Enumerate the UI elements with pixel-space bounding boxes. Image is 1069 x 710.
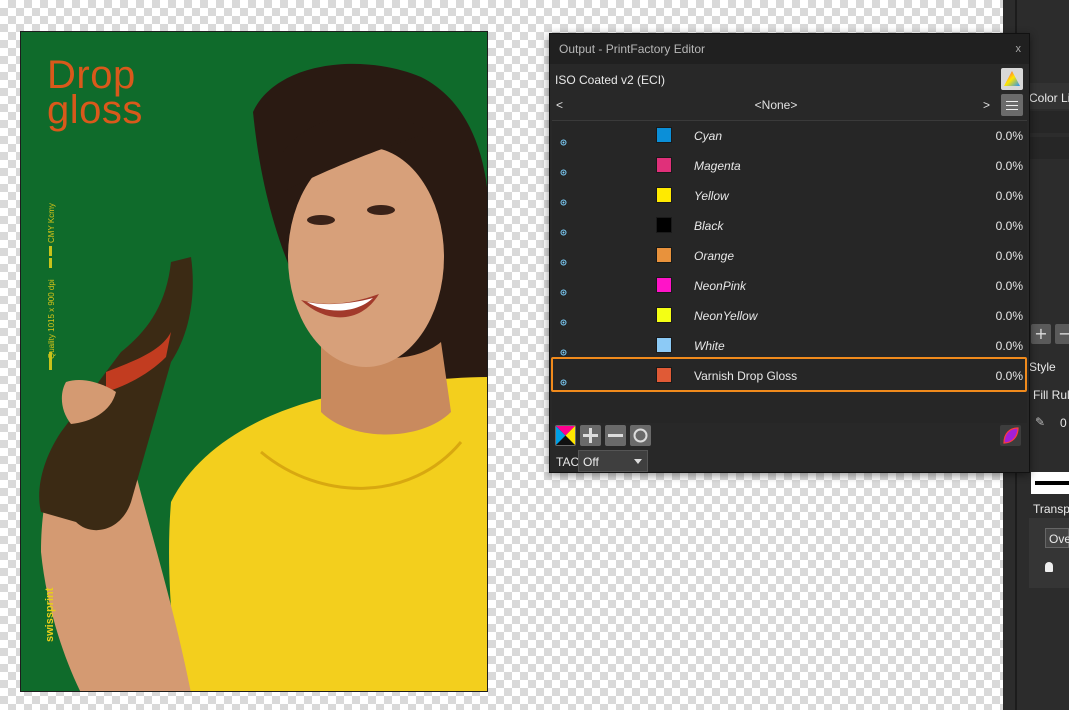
plus-icon xyxy=(583,428,598,443)
remove-separation-icon[interactable] xyxy=(605,425,626,446)
cmyk-swatch-icon xyxy=(556,426,575,445)
artwork-cmyk-label: CMY Kcmy xyxy=(47,203,56,243)
separation-row[interactable]: NeonYellow 0.0% xyxy=(552,301,1027,331)
list-menu-icon[interactable] xyxy=(1001,94,1023,116)
output-panel: Output - PrintFactory Editor x ISO Coate… xyxy=(549,33,1030,473)
tac-value: Off xyxy=(583,455,599,469)
dock-field[interactable] xyxy=(1029,111,1069,133)
tac-dropdown[interactable]: Off xyxy=(578,450,648,472)
pencil-icon: ✎ xyxy=(1035,415,1046,429)
visibility-eye-icon[interactable] xyxy=(560,161,567,176)
dock-fill-label: Fill Rul xyxy=(1033,388,1069,402)
separation-name: Cyan xyxy=(694,129,723,143)
separation-swatch[interactable] xyxy=(656,157,672,173)
separation-coverage: 0.0% xyxy=(995,219,1023,233)
separation-row[interactable]: Cyan 0.0% xyxy=(552,121,1027,151)
separation-row[interactable]: Magenta 0.0% xyxy=(552,151,1027,181)
rotate-icon xyxy=(633,428,648,443)
artwork-color-bar xyxy=(49,246,52,256)
visibility-eye-icon[interactable] xyxy=(560,341,567,356)
visibility-eye-icon[interactable] xyxy=(560,191,567,206)
nav-preset-value: <None> xyxy=(754,98,798,112)
separation-row[interactable]: Yellow 0.0% xyxy=(552,181,1027,211)
separation-swatch[interactable] xyxy=(656,277,672,293)
separation-swatch[interactable] xyxy=(656,127,672,143)
dock-color-label: Color Li xyxy=(1029,91,1069,105)
chevron-down-icon xyxy=(634,459,642,464)
separation-coverage: 0.0% xyxy=(995,159,1023,173)
color-profile-name: ISO Coated v2 (ECI) xyxy=(555,73,666,87)
gamut-triangle-icon xyxy=(1004,71,1020,86)
add-icon[interactable]: + xyxy=(1031,324,1051,344)
artwork-brand-logo: swissprint xyxy=(44,587,56,642)
artwork-color-bar xyxy=(49,352,52,370)
add-separation-icon[interactable] xyxy=(580,425,601,446)
artwork-title: Drop gloss xyxy=(47,55,143,132)
separation-row[interactable]: Black 0.0% xyxy=(552,211,1027,241)
artwork-title-line2: gloss xyxy=(47,88,143,132)
separation-swatch[interactable] xyxy=(656,307,672,323)
tac-label: TAC xyxy=(556,455,580,469)
color-gamut-icon[interactable] xyxy=(1001,68,1023,90)
cmyk-preview-icon[interactable] xyxy=(555,425,576,446)
minus-icon xyxy=(608,434,623,437)
separation-swatch[interactable] xyxy=(656,187,672,203)
separations-list: Varnish Drop Gloss 0.0% White 0.0% NeonYello… xyxy=(551,120,1027,423)
blend-mode-select[interactable]: Ove xyxy=(1045,528,1069,548)
dock-style-label: Style xyxy=(1029,360,1056,374)
separation-name: White xyxy=(694,339,725,353)
panel-titlebar[interactable]: Output - PrintFactory Editor x xyxy=(550,34,1029,64)
visibility-eye-icon[interactable] xyxy=(560,131,567,146)
separation-swatch[interactable] xyxy=(656,247,672,263)
leaf-icon xyxy=(1003,427,1019,444)
separation-name: Yellow xyxy=(694,189,729,203)
selected-row-highlight xyxy=(551,357,1027,392)
separation-name: NeonYellow xyxy=(694,309,758,323)
visibility-eye-icon[interactable] xyxy=(560,281,567,296)
stroke-line xyxy=(1035,481,1069,485)
separation-coverage: 0.0% xyxy=(995,339,1023,353)
separation-name: NeonPink xyxy=(694,279,747,293)
separation-coverage: 0.0% xyxy=(995,189,1023,203)
artwork-color-bar xyxy=(49,258,52,268)
ink-drop-icon[interactable] xyxy=(1000,425,1021,446)
dock-transparency-label: Transpa xyxy=(1033,502,1069,516)
dock-stroke-preview[interactable] xyxy=(1031,472,1069,494)
separation-coverage: 0.0% xyxy=(995,129,1023,143)
remove-icon[interactable]: − xyxy=(1055,324,1069,344)
separation-coverage: 0.0% xyxy=(995,279,1023,293)
opacity-slider-handle[interactable] xyxy=(1045,562,1053,572)
separation-row[interactable]: Orange 0.0% xyxy=(552,241,1027,271)
artwork-quality-label: Quality 1015 x 900 dpi xyxy=(47,279,56,359)
separation-swatch[interactable] xyxy=(656,337,672,353)
panel-title: Output - PrintFactory Editor xyxy=(559,42,706,56)
blend-mode-value: Ove xyxy=(1049,532,1069,546)
nav-next-button[interactable]: > xyxy=(983,98,990,112)
visibility-eye-icon[interactable] xyxy=(560,311,567,326)
visibility-eye-icon[interactable] xyxy=(560,251,567,266)
artwork-canvas: Drop gloss CMY Kcmy Quality 1015 x 900 d… xyxy=(20,31,488,692)
dock-value-field[interactable]: 0 xyxy=(1060,416,1067,430)
separation-preset-nav: < <None> > xyxy=(550,95,1002,115)
separation-name: Black xyxy=(694,219,724,233)
refresh-icon[interactable] xyxy=(630,425,651,446)
separation-name: Magenta xyxy=(694,159,741,173)
separation-swatch[interactable] xyxy=(656,217,672,233)
panel-toolbar xyxy=(555,425,1024,447)
separation-row[interactable]: NeonPink 0.0% xyxy=(552,271,1027,301)
separation-coverage: 0.0% xyxy=(995,249,1023,263)
visibility-eye-icon[interactable] xyxy=(560,221,567,236)
dock-field[interactable] xyxy=(1029,137,1069,159)
separation-name: Orange xyxy=(694,249,735,263)
close-icon[interactable]: x xyxy=(1016,43,1022,55)
separation-coverage: 0.0% xyxy=(995,309,1023,323)
